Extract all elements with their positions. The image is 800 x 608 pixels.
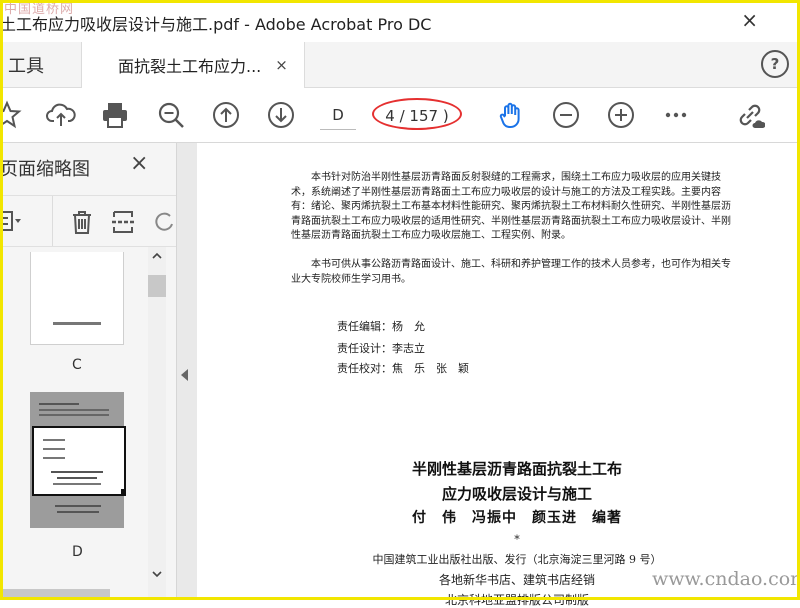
- page-count: 4 / 157 ): [372, 98, 462, 130]
- hand-icon[interactable]: [496, 100, 526, 130]
- tab-tools[interactable]: 工具: [0, 42, 82, 87]
- divider: [52, 196, 53, 246]
- credit-designer: 责任设计：李志立: [337, 342, 425, 355]
- thumbnail-list: C D: [0, 247, 148, 600]
- panel-toolbar: [0, 195, 176, 247]
- zoom-plus-icon[interactable]: [606, 100, 636, 130]
- title-bar: 中国道桥网 土工布应力吸收层设计与施工.pdf - Adobe Acrobat …: [0, 0, 800, 42]
- tab-document[interactable]: 面抗裂土工布应力... ×: [82, 42, 305, 88]
- zoom-minus-icon[interactable]: [551, 100, 581, 130]
- print-icon[interactable]: [100, 100, 130, 130]
- page-number-input[interactable]: D: [320, 101, 356, 130]
- panel-close-button[interactable]: ×: [130, 151, 148, 176]
- trash-icon[interactable]: [68, 208, 96, 236]
- thumbnail-label: D: [72, 544, 83, 560]
- more-icon[interactable]: [661, 100, 691, 130]
- thumbnail-label: C: [72, 357, 82, 373]
- watermark-text: www.cndao.com: [652, 568, 800, 590]
- page-up-icon[interactable]: [211, 100, 241, 130]
- options-menu-icon[interactable]: [0, 210, 22, 232]
- audience-paragraph: 本书可供从事公路沥青路面设计、施工、科研和养护管理工作的技术人员参考，也可作为相…: [291, 259, 731, 285]
- scroll-up-arrow-icon[interactable]: [148, 247, 166, 265]
- credit-proofreader: 责任校对：焦 乐 张 颖: [337, 362, 469, 375]
- horizontal-scrollbar[interactable]: [0, 589, 110, 600]
- page-down-icon[interactable]: [266, 100, 296, 130]
- pdf-page: 本书针对防治半刚性基层沥青路面反射裂缝的工程需求，围绕土工布应力吸收层的应用关键…: [197, 143, 797, 607]
- toolbar: D 4 / 157 ): [0, 88, 800, 143]
- asterisk: *: [514, 533, 520, 546]
- cloud-upload-icon[interactable]: [46, 100, 76, 130]
- book-authors: 付 伟 冯振中 颜玉进 编著: [412, 510, 622, 526]
- tab-document-label: 面抗裂土工布应力...: [118, 57, 262, 76]
- help-button[interactable]: ?: [761, 50, 789, 78]
- scrollbar-thumb[interactable]: [148, 275, 166, 297]
- tab-close-button[interactable]: ×: [275, 56, 288, 74]
- intro-paragraph: 本书针对防治半刚性基层沥青路面反射裂缝的工程需求，围绕土工布应力吸收层的应用关键…: [291, 172, 731, 242]
- rotate-icon[interactable]: [150, 208, 176, 236]
- window-title: 土工布应力吸收层设计与施工.pdf - Adobe Acrobat Pro DC: [0, 15, 432, 34]
- thumbnail-page-d[interactable]: [30, 392, 126, 528]
- document-view: 本书针对防治半刚性基层沥青路面反射裂缝的工程需求，围绕土工布应力吸收层的应用关键…: [177, 143, 800, 607]
- thumbnails-panel: 页面缩略图 × C D: [0, 143, 177, 600]
- panel-title: 页面缩略图: [0, 159, 90, 180]
- thumbnail-scrollbar[interactable]: [148, 247, 166, 600]
- publisher-line: 中国建筑工业出版社出版、发行（北京海淀三里河路 9 号）: [372, 553, 662, 566]
- credit-editor: 责任编辑：杨 允: [337, 320, 425, 333]
- zoom-out-icon[interactable]: [156, 100, 186, 130]
- book-title-line2: 应力吸收层设计与施工: [441, 485, 592, 503]
- star-icon[interactable]: [0, 100, 22, 130]
- extract-pages-icon[interactable]: [110, 208, 138, 236]
- tab-bar: 工具 面抗裂土工布应力... × ?: [0, 42, 800, 88]
- scroll-down-arrow-icon[interactable]: [148, 565, 166, 583]
- share-link-icon[interactable]: [735, 100, 766, 130]
- collapse-panel-arrow-icon[interactable]: [181, 369, 188, 381]
- window-close-button[interactable]: ×: [741, 8, 758, 32]
- book-title-line1: 半刚性基层沥青路面抗裂土工布: [411, 460, 622, 478]
- thumbnail-page-c[interactable]: [30, 252, 124, 345]
